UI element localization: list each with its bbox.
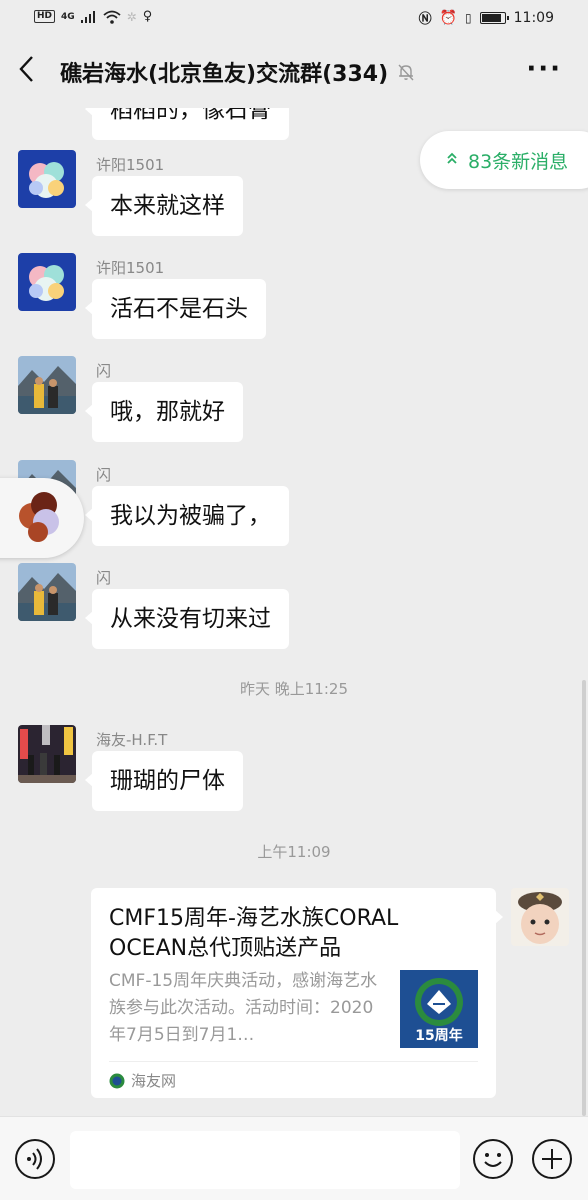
message-input[interactable]: [70, 1131, 460, 1189]
new-messages-label: 83条新消息: [468, 150, 569, 173]
chat-title: 礁岩海水(北京鱼友)交流群(334): [60, 62, 389, 87]
new-messages-button[interactable]: 83条新消息: [420, 131, 588, 189]
avatar[interactable]: [18, 725, 76, 783]
status-right: Ⓝ ⏰ ▯ 11:09: [418, 8, 554, 28]
thumb-caption: 15周年: [415, 1027, 462, 1044]
floating-app-icon: [19, 492, 59, 542]
status-bar: HD 4G ✲ ♀ Ⓝ ⏰ ▯ 11:09: [0, 0, 588, 36]
message-bubble[interactable]: 哦，那就好: [85, 382, 243, 442]
avatar[interactable]: [18, 563, 76, 621]
avatar[interactable]: [18, 253, 76, 311]
sender-name: 闪: [96, 466, 112, 484]
signal-icon: [80, 10, 95, 23]
hd-badge: HD: [34, 10, 56, 23]
wifi-icon: [103, 10, 121, 24]
app-notification-icon-2: ♀: [142, 9, 153, 24]
message-bubble[interactable]: 本来就这样: [85, 176, 243, 236]
timestamp: 上午11:09: [257, 843, 331, 861]
nfc-icon: Ⓝ: [418, 12, 432, 27]
avatar[interactable]: [18, 150, 76, 208]
card-description: CMF-15周年庆典活动，感谢海艺水族参与此次活动。活动时间：2020年7月5日…: [109, 971, 378, 1045]
shared-link-card[interactable]: CMF15周年-海艺水族CORAL OCEAN总代顶贴送产品 CMF-15周年庆…: [91, 888, 503, 1098]
sender-name: 许阳1501: [96, 156, 165, 174]
card-divider: [109, 1061, 478, 1062]
sender-name: 闪: [96, 569, 112, 587]
back-chevron-icon[interactable]: [16, 54, 46, 90]
input-bar: [0, 1116, 588, 1200]
avatar[interactable]: [18, 356, 76, 414]
message-bubble[interactable]: 稻稻的，像石膏: [85, 108, 289, 140]
message-bubble[interactable]: 我以为被骗了，: [85, 486, 289, 546]
my-avatar[interactable]: [511, 888, 569, 946]
vibrate-icon: ▯: [465, 10, 472, 25]
app-notification-icon: ✲: [126, 9, 137, 24]
message-bubble[interactable]: 珊瑚的尸体: [85, 751, 243, 811]
emoji-icon[interactable]: [473, 1139, 513, 1179]
muted-bell-icon: [398, 64, 414, 81]
source-logo-icon: [109, 1073, 125, 1088]
timestamp: 昨天 晚上11:25: [240, 680, 348, 698]
status-time: 11:09: [513, 9, 554, 26]
status-left: HD 4G ✲ ♀: [34, 9, 152, 24]
voice-icon[interactable]: [15, 1139, 55, 1179]
chat-header: 礁岩海水(北京鱼友)交流群(334) ···: [0, 36, 588, 108]
card-source: 海友网: [109, 1070, 176, 1091]
sender-name: 许阳1501: [96, 259, 165, 277]
sender-name: 闪: [96, 362, 112, 380]
battery-icon: [479, 11, 509, 24]
card-source-name: 海友网: [131, 1072, 177, 1090]
card-thumbnail: 15周年: [400, 970, 478, 1048]
network-label: 4G: [61, 11, 75, 22]
alarm-icon: ⏰: [439, 9, 458, 26]
sender-name: 海友-H.F.T: [96, 731, 168, 749]
plus-icon[interactable]: [532, 1139, 572, 1179]
message-bubble[interactable]: 从来没有切来过: [85, 589, 289, 649]
more-dots-icon[interactable]: ···: [526, 56, 562, 82]
scrollbar[interactable]: [582, 680, 586, 1116]
floating-window-widget[interactable]: [0, 478, 84, 558]
double-chevron-up-icon: [446, 151, 458, 169]
message-bubble[interactable]: 活石不是石头: [85, 279, 266, 339]
card-title: CMF15周年-海艺水族CORAL OCEAN总代顶贴送产品: [109, 906, 399, 961]
